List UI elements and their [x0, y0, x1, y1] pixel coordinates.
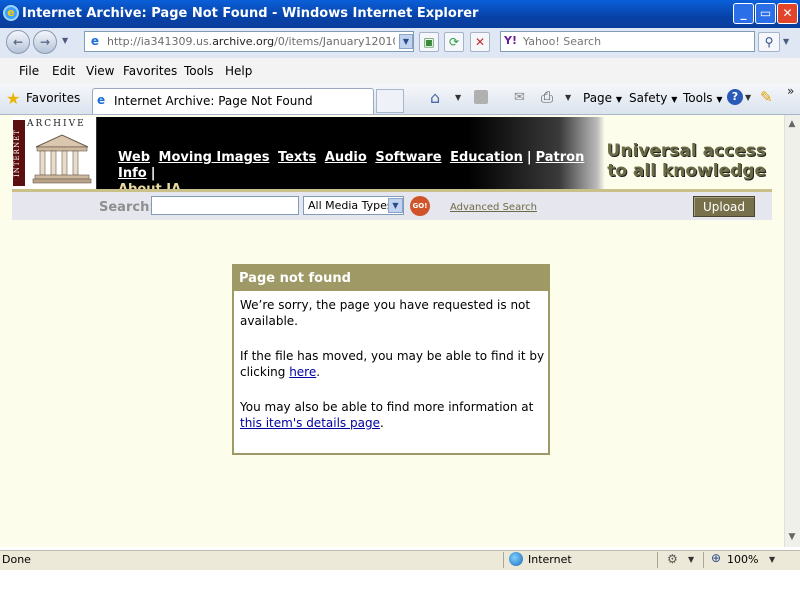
- menu-favorites[interactable]: Favorites: [123, 64, 177, 78]
- read-mail-icon[interactable]: ✉: [514, 90, 525, 105]
- select-dropdown-icon[interactable]: ▼: [388, 198, 403, 213]
- feeds-icon[interactable]: [474, 90, 488, 104]
- yahoo-icon: Y!: [504, 34, 517, 47]
- help-dropdown-icon[interactable]: ▼: [745, 93, 751, 102]
- scroll-up-icon[interactable]: ▲: [785, 117, 799, 131]
- box-title: Page not found: [239, 271, 351, 286]
- nav-separator: |: [150, 166, 156, 181]
- tab-label: Internet Archive: Page Not Found: [114, 94, 313, 108]
- zoom-level[interactable]: 100%: [727, 553, 758, 566]
- home-icon[interactable]: ⌂: [430, 88, 440, 107]
- status-divider: [503, 552, 504, 568]
- menu-bar: [0, 58, 800, 85]
- message-paragraph-2: If the file has moved, you may be able t…: [240, 349, 545, 379]
- stop-icon[interactable]: ✕: [470, 32, 490, 52]
- search-icon[interactable]: ⚲: [758, 32, 780, 52]
- protected-mode-icon[interactable]: ⚙: [667, 552, 678, 566]
- message-paragraph-3: You may also be able to find more inform…: [240, 400, 534, 430]
- tools-menu[interactable]: Tools ▼: [683, 91, 723, 105]
- vertical-scrollbar[interactable]: [784, 115, 800, 547]
- nav-separator: |: [526, 150, 532, 165]
- nav-link-texts[interactable]: Texts: [278, 150, 316, 165]
- status-divider: [657, 552, 658, 568]
- favorites-star-icon: ★: [6, 89, 21, 108]
- nav-link-audio[interactable]: Audio: [325, 150, 367, 165]
- address-dropdown-icon[interactable]: ▼: [399, 34, 413, 49]
- ie-logo-icon: e: [3, 5, 19, 21]
- status-divider: [703, 552, 704, 568]
- protected-mode-dropdown-icon[interactable]: ▼: [688, 555, 694, 564]
- home-dropdown-icon[interactable]: ▼: [455, 93, 461, 102]
- nav-link-web[interactable]: Web: [118, 150, 150, 165]
- page-menu[interactable]: Page ▼: [583, 91, 622, 105]
- forward-button[interactable]: →: [33, 30, 57, 54]
- security-zone[interactable]: Internet: [528, 553, 572, 566]
- page-not-found-box: Page not found We’re sorry, the page you…: [232, 264, 550, 455]
- address-bar[interactable]: e http://ia341309.us.archive.org/0/items…: [84, 31, 414, 52]
- search-placeholder: Yahoo! Search: [523, 35, 602, 48]
- address-url: http://ia341309.us.archive.org/0/items/J…: [107, 35, 395, 48]
- slogan-line-1: Universal access: [606, 141, 766, 161]
- print-icon[interactable]: ⎙: [541, 88, 553, 106]
- minimize-button[interactable]: _: [733, 3, 754, 24]
- menu-edit[interactable]: Edit: [52, 64, 75, 78]
- ia-slogan: Universal access to all knowledge: [600, 141, 766, 181]
- new-tab-button[interactable]: [376, 89, 404, 113]
- advanced-search-link[interactable]: Advanced Search: [450, 202, 537, 213]
- zoom-dropdown-icon[interactable]: ▼: [769, 555, 775, 564]
- zoom-icon[interactable]: ⊕: [711, 551, 721, 565]
- desktop-strip: [0, 570, 800, 600]
- research-icon[interactable]: ✎: [760, 88, 773, 106]
- logo-text-horizontal: ARCHIVE: [27, 119, 86, 129]
- search-options-icon[interactable]: ▼: [783, 37, 789, 46]
- search-box[interactable]: Y! Yahoo! Search: [500, 31, 755, 52]
- scroll-down-icon[interactable]: ▼: [785, 530, 799, 544]
- recent-pages-dropdown-icon[interactable]: ▼: [62, 36, 68, 45]
- go-button[interactable]: GO!: [410, 196, 430, 216]
- box-header: Page not found: [234, 266, 548, 291]
- print-dropdown-icon[interactable]: ▼: [565, 93, 571, 102]
- favorites-button[interactable]: Favorites: [26, 91, 80, 105]
- media-type-select[interactable]: All Media Types ▼: [303, 196, 404, 215]
- ia-search-input[interactable]: [151, 196, 299, 215]
- nav-link-software[interactable]: Software: [375, 150, 441, 165]
- status-text: Done: [2, 553, 31, 566]
- temple-icon: [32, 134, 92, 184]
- title-bar: e Internet Archive: Page Not Found - Win…: [0, 0, 800, 28]
- safety-menu[interactable]: Safety ▼: [629, 91, 677, 105]
- nav-link-moving-images[interactable]: Moving Images: [159, 150, 270, 165]
- back-button[interactable]: ←: [6, 30, 30, 54]
- chevron-more-icon[interactable]: »: [787, 84, 794, 98]
- ia-search-label: Search:: [99, 200, 155, 215]
- refresh-icon[interactable]: ⟳: [444, 32, 464, 52]
- upload-button[interactable]: Upload: [693, 196, 755, 217]
- compatibility-view-icon[interactable]: ▣: [419, 32, 439, 52]
- close-button[interactable]: ✕: [777, 3, 798, 24]
- help-icon[interactable]: ?: [727, 89, 743, 105]
- maximize-button[interactable]: ▭: [755, 3, 776, 24]
- menu-file[interactable]: File: [19, 64, 39, 78]
- page-icon: e: [90, 34, 100, 48]
- tab-page-icon: e: [97, 93, 106, 107]
- here-link[interactable]: here: [289, 365, 316, 379]
- nav-link-education[interactable]: Education: [450, 150, 523, 165]
- message-paragraph-1: We’re sorry, the page you have requested…: [240, 298, 531, 328]
- menu-tools[interactable]: Tools: [184, 64, 214, 78]
- slogan-line-2: to all knowledge: [607, 161, 766, 181]
- logo-text-vertical: INTERNET: [13, 120, 25, 186]
- window-title: Internet Archive: Page Not Found - Windo…: [22, 6, 479, 21]
- status-bar: [0, 550, 800, 571]
- tab-active[interactable]: e Internet Archive: Page Not Found: [92, 88, 374, 114]
- ia-logo[interactable]: INTERNET ARCHIVE: [12, 117, 97, 189]
- internet-zone-icon: [509, 552, 523, 566]
- menu-view[interactable]: View: [86, 64, 114, 78]
- item-details-link[interactable]: this item's details page: [240, 416, 380, 430]
- menu-help[interactable]: Help: [225, 64, 252, 78]
- media-type-value: All Media Types: [308, 199, 393, 212]
